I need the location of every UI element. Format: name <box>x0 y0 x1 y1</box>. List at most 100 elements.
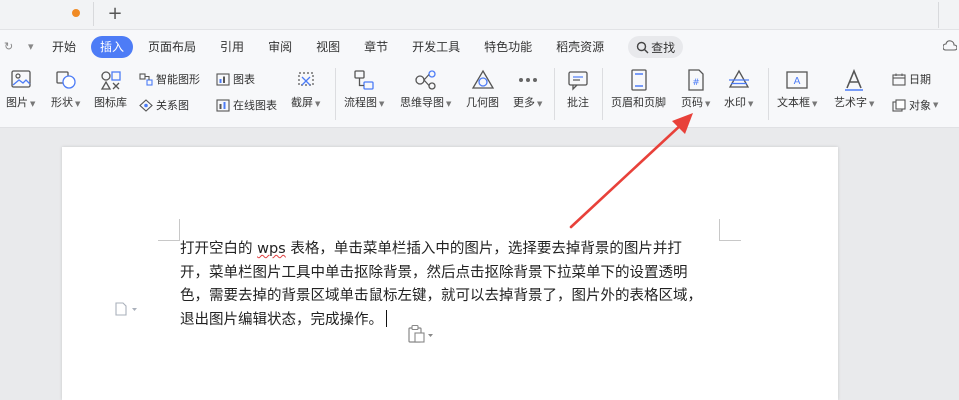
tab-review[interactable]: 审阅 <box>268 36 292 58</box>
smart-graphic-button[interactable]: 智能图形 <box>139 71 200 87</box>
tab-features[interactable]: 特色功能 <box>484 36 532 58</box>
scissors-icon <box>298 72 314 86</box>
shape-icon <box>56 71 76 89</box>
more-button[interactable]: 更多 ▼ <box>513 69 542 110</box>
new-tab-plus-icon[interactable]: + <box>104 4 126 24</box>
chevron-down-icon: ▼ <box>812 100 818 108</box>
wordart-button[interactable]: 艺术字 ▼ <box>834 69 874 110</box>
paragraph-line: 退出图片编辑状态，完成操作。 <box>180 309 725 333</box>
online-chart-icon <box>216 98 230 112</box>
mindmap-label: 思维导图 <box>400 96 444 109</box>
online-chart-button[interactable]: 在线图表 <box>216 97 277 113</box>
toolbar-divider <box>768 68 769 120</box>
object-icon <box>892 98 906 112</box>
flowchart-label: 流程图 <box>344 96 377 109</box>
picture-icon <box>11 70 31 88</box>
crop-mark-top-left <box>158 240 180 241</box>
geometry-button[interactable]: 几何图 <box>466 69 499 110</box>
chevron-down-icon: ▼ <box>748 100 754 108</box>
chevron-down-icon: ▼ <box>446 100 452 108</box>
shape-button[interactable]: 形状 ▼ <box>51 69 80 110</box>
search-icon <box>636 41 649 53</box>
text-cursor <box>386 309 387 327</box>
comment-label: 批注 <box>567 96 589 109</box>
screenshot-label: 截屏 <box>291 96 313 109</box>
chart-label: 图表 <box>233 73 255 86</box>
paragraph-menu-icon[interactable] <box>114 302 138 316</box>
search-box[interactable]: 查找 <box>628 36 684 58</box>
page-number-label: 页码 <box>681 96 703 109</box>
tab-home[interactable]: 开始 <box>52 36 76 58</box>
comment-icon <box>568 71 588 91</box>
comment-button[interactable]: 批注 <box>566 69 590 110</box>
shape-label: 形状 <box>51 96 73 109</box>
tab-view[interactable]: 视图 <box>316 36 340 58</box>
header-footer-button[interactable]: 页眉和页脚 <box>611 69 666 110</box>
mindmap-button[interactable]: 思维导图 ▼ <box>400 69 451 110</box>
smart-graphic-icon <box>139 72 153 86</box>
spellcheck-word: wps <box>257 241 286 257</box>
textbox-label: 文本框 <box>777 96 810 109</box>
page-number-icon: # <box>688 69 704 91</box>
title-bar: + <box>0 0 959 30</box>
svg-text:#: # <box>692 78 700 88</box>
tab-insert[interactable]: 插入 <box>91 36 134 58</box>
date-button[interactable]: 日期 <box>892 71 931 87</box>
chevron-down-icon: ▼ <box>315 100 321 108</box>
paragraph-line: 开，菜单栏图片工具中单击抠除背景，然后点击抠除背景下拉菜单下的设置透明 <box>180 264 688 281</box>
relation-chart-button[interactable]: 关系图 <box>139 97 189 113</box>
tab-divider <box>93 2 94 26</box>
watermark-button[interactable]: 水印 ▼ <box>724 69 753 110</box>
screenshot-button[interactable]: 截屏 ▼ <box>291 69 320 110</box>
chart-icon <box>216 72 230 86</box>
chevron-down-icon: ▼ <box>30 100 36 108</box>
text-run: 打开空白的 <box>180 241 258 257</box>
relation-chart-icon <box>139 98 153 112</box>
toolbar-divider <box>335 68 336 120</box>
icon-library-label: 图标库 <box>94 96 127 109</box>
tab-page-layout[interactable]: 页面布局 <box>148 36 196 58</box>
geometry-icon <box>471 69 494 89</box>
page-number-button[interactable]: # 页码 ▼ <box>681 69 710 110</box>
toolbar-divider <box>602 68 603 120</box>
chevron-down-icon: ▼ <box>705 100 711 108</box>
picture-label: 图片 <box>6 96 28 109</box>
document-page[interactable]: 打开空白的 wps 表格，单击菜单栏插入中的图片，选择要去掉背景的图片并打 开，… <box>62 147 838 400</box>
geometry-label: 几何图 <box>466 96 499 109</box>
chevron-down-icon: ▼ <box>869 100 875 108</box>
mindmap-icon <box>415 70 436 90</box>
chevron-down-icon: ▼ <box>379 100 385 108</box>
watermark-label: 水印 <box>724 96 746 109</box>
unsaved-dot-icon <box>72 9 80 17</box>
chart-button[interactable]: 图表 <box>216 71 255 87</box>
date-label: 日期 <box>909 73 931 86</box>
icon-library-icon <box>100 71 121 90</box>
body-paragraph[interactable]: 打开空白的 wps 表格，单击菜单栏插入中的图片，选择要去掉背景的图片并打 开，… <box>180 238 725 332</box>
tab-developer[interactable]: 开发工具 <box>412 36 460 58</box>
object-label: 对象 <box>909 99 931 112</box>
picture-button[interactable]: 图片 ▼ <box>6 69 35 110</box>
icon-library-button[interactable]: 图标库 <box>94 69 127 110</box>
flowchart-button[interactable]: 流程图 ▼ <box>344 69 384 110</box>
wordart-icon <box>845 69 864 91</box>
toolbar-divider <box>554 68 555 120</box>
tab-references[interactable]: 引用 <box>220 36 244 58</box>
svg-text:A: A <box>794 76 801 87</box>
redo-icon[interactable]: ↻ <box>4 40 13 53</box>
title-bar-right-edge <box>938 2 959 28</box>
paste-options-icon[interactable] <box>406 324 436 344</box>
cloud-icon[interactable] <box>943 40 957 52</box>
paragraph-line: 色，需要去掉的背景区域单击鼠标左键，就可以去掉背景了，图片外的表格区域， <box>180 288 702 304</box>
search-label: 查找 <box>651 40 676 55</box>
tab-docer-resources[interactable]: 稻壳资源 <box>556 36 604 58</box>
flowchart-icon <box>354 70 374 90</box>
textbox-button[interactable]: A 文本框 ▼ <box>777 69 817 110</box>
tab-chapter[interactable]: 章节 <box>364 36 388 58</box>
calendar-icon <box>892 73 906 86</box>
chevron-down-icon: ▼ <box>537 100 543 108</box>
object-button[interactable]: 对象 ▼ <box>892 97 938 113</box>
quick-access-dropdown-icon[interactable]: ▾ <box>28 40 34 53</box>
more-dots-icon <box>518 78 537 82</box>
chevron-down-icon: ▼ <box>75 100 81 108</box>
textbox-icon: A <box>786 71 808 89</box>
